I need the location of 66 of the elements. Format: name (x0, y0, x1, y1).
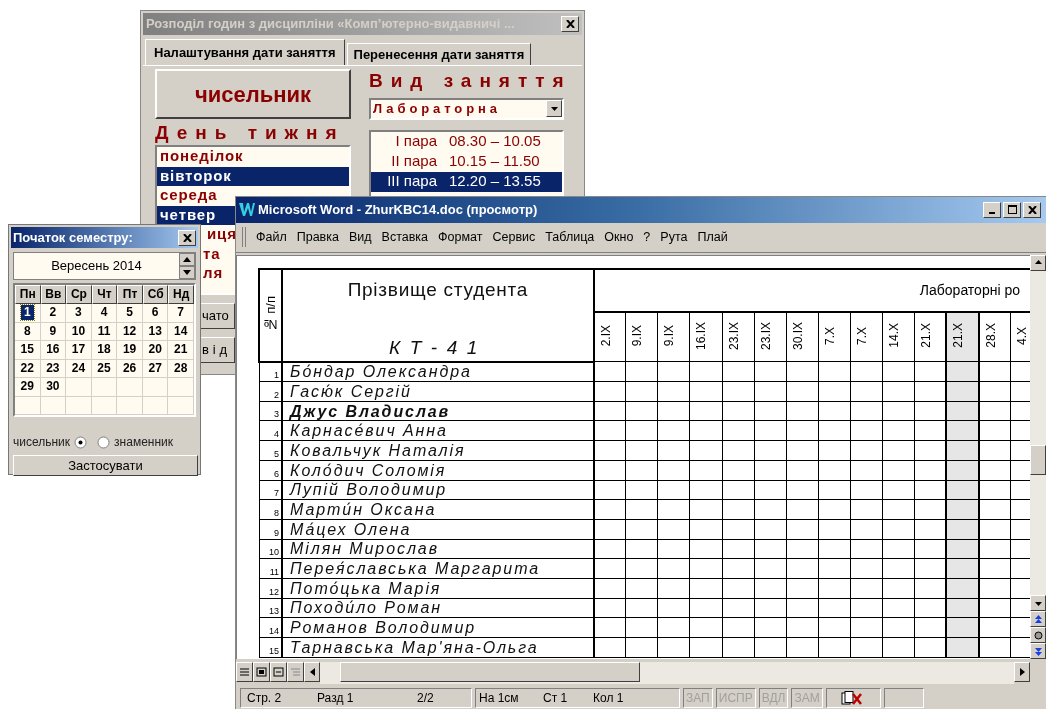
window-title: Microsoft Word - ZhurKBC14.doc (просмотр) (258, 201, 539, 220)
status-text: Разд 1 (317, 690, 355, 707)
weekday-header: Вв (40, 285, 67, 304)
student-name: Походи́ло Роман (290, 599, 442, 617)
status-text: Кол 1 (593, 690, 624, 707)
status-text: Ст 1 (543, 690, 569, 707)
date-header: 23.IX (722, 311, 755, 362)
student-name: Гасю́к Сергій (290, 382, 412, 400)
option-label: чисельник (13, 434, 71, 451)
date-header: 23.IX (754, 311, 787, 362)
weekday-header: Ср (66, 285, 92, 304)
column-header: № п/п (262, 295, 279, 333)
row-number: 1 (274, 370, 280, 381)
student-name: Бо́ндар Олександра (290, 363, 472, 381)
date-header: 9.IX (625, 311, 658, 362)
student-name: Ма́цех Олена (290, 520, 412, 538)
row-number: 2 (274, 389, 280, 400)
section-label: День тижня (155, 121, 346, 145)
student-name: Ковальчук Наталія (290, 442, 466, 459)
date-header: 7.X (850, 311, 883, 362)
date-header: 2.IX (593, 311, 626, 362)
row-number: 15 (269, 645, 280, 656)
date-header: 16.IX (689, 311, 722, 362)
row-number: 5 (274, 448, 280, 459)
student-name: Пото́цька Марія (290, 579, 442, 597)
date-header: 28.X (978, 311, 1011, 362)
row-number: 13 (269, 606, 280, 617)
status-text: Стр. 2 (247, 690, 283, 707)
status-text: На 1см (479, 690, 520, 707)
weekday-header: Чт (91, 285, 118, 304)
date-header: 21.X (946, 311, 979, 362)
group-name: КТ-41 (389, 339, 487, 356)
row-number: 14 (269, 626, 280, 636)
student-name: Романов Володимир (290, 619, 477, 637)
row-number: 4 (274, 429, 280, 440)
row-number: 7 (274, 488, 280, 499)
weekday-header: Пн (15, 285, 41, 304)
status-text: 2/2 (417, 690, 434, 707)
row-number: 9 (274, 527, 280, 538)
weekday-header: Сб (142, 285, 169, 304)
window-title: Розподіл годин з дисципліни «Комп’ютерно-видавничі ... (146, 15, 515, 34)
student-name: Джус Владислав (290, 402, 451, 420)
row-number: 8 (274, 507, 280, 518)
student-name: Лупій Володимир (290, 481, 448, 499)
student-name: Марти́н Оксана (290, 501, 437, 519)
column-header: Прізвище студента (347, 281, 529, 298)
window-title: Початок семестру: (13, 228, 133, 247)
student-name: Тарнавська Мар'яна-Ольга (290, 638, 539, 656)
date-header: 9.IX (657, 311, 690, 362)
date-header: 7.X (818, 311, 851, 362)
row-number: 3 (274, 409, 280, 420)
row-number: 6 (274, 468, 280, 479)
student-name: Карнасе́вич Анна (290, 422, 448, 440)
student-name: Перея́славська Маргарита (290, 560, 541, 578)
date-header: 14.X (882, 311, 915, 362)
section-label: Вид заняття (369, 69, 564, 93)
option-label: знаменник (114, 434, 173, 451)
column-header: Лабораторні ро (919, 282, 1020, 299)
row-number: 12 (269, 586, 280, 597)
weekday-header: Нд (168, 285, 194, 304)
student-name: Мілян Мирослав (290, 540, 439, 558)
row-number: 11 (269, 566, 280, 577)
date-header: 30.IX (786, 311, 819, 362)
weekday-header: Пт (117, 285, 143, 304)
row-number: 10 (269, 547, 280, 558)
student-name: Коло́дич Соломія (290, 461, 447, 479)
